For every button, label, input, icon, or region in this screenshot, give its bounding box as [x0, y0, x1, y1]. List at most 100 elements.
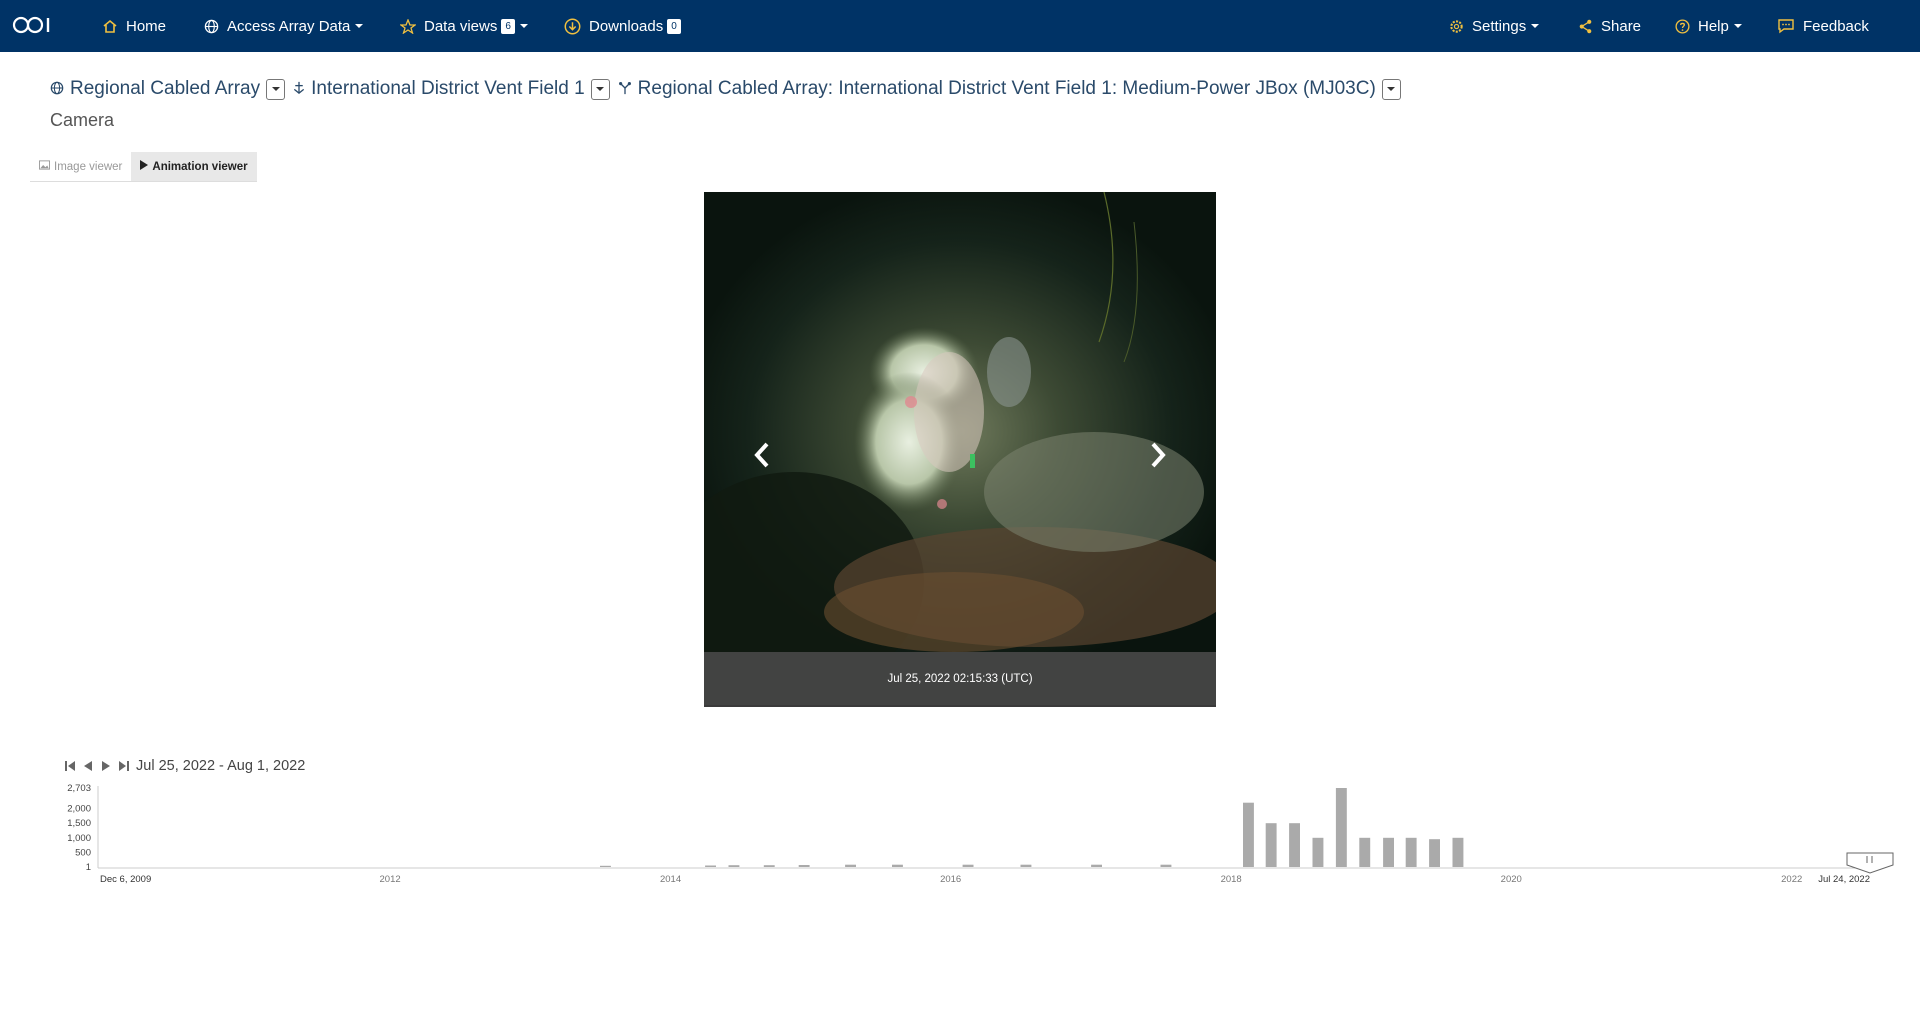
nav-access-array-data[interactable]: Access Array Data	[204, 0, 364, 52]
last-frame-button[interactable]	[116, 758, 132, 774]
caret-down-icon	[271, 87, 280, 91]
histogram-bar	[1160, 864, 1172, 867]
anchor-icon	[293, 80, 305, 98]
histogram-bar	[1091, 864, 1102, 867]
histogram-bar	[763, 865, 775, 867]
histogram-bar	[845, 864, 856, 867]
x-tick-label: 2018	[1221, 874, 1242, 885]
chevron-down-icon	[519, 24, 528, 28]
histogram-bar	[798, 865, 810, 867]
histogram-bar	[1265, 823, 1277, 867]
y-tick-label: 1,000	[67, 833, 91, 844]
chevron-left-icon	[754, 442, 769, 468]
skip-to-start-icon	[65, 761, 75, 771]
download-icon	[564, 18, 581, 35]
y-tick-label: 2,703	[67, 783, 91, 794]
tab-image-viewer-label: Image viewer	[54, 160, 123, 173]
x-end-label: Jul 24, 2022	[1818, 874, 1870, 885]
nav-settings[interactable]: Settings	[1449, 0, 1540, 52]
y-tick-label: 1	[86, 862, 91, 873]
y-tick-label: 2,000	[67, 804, 91, 815]
histogram-bar	[892, 864, 903, 867]
node-branch-icon	[618, 81, 632, 98]
breadcrumb-site-label: International District Vent Field 1	[311, 78, 585, 99]
tab-animation-viewer-label: Animation viewer	[152, 160, 248, 173]
globe-icon	[204, 19, 219, 34]
globe-icon	[50, 81, 64, 98]
first-frame-button[interactable]	[62, 758, 78, 774]
histogram-bar	[1020, 864, 1032, 867]
share-icon	[1578, 19, 1593, 34]
histogram-bar	[1452, 837, 1464, 867]
next-image-button[interactable]	[1146, 440, 1170, 470]
chevron-down-icon	[355, 24, 364, 28]
x-tick-label: 2016	[940, 874, 961, 885]
node-dropdown-button[interactable]	[1381, 78, 1401, 100]
previous-image-button[interactable]	[750, 440, 774, 470]
step-forward-icon	[102, 761, 110, 771]
histogram-bar	[1429, 839, 1440, 867]
histogram-bar	[728, 865, 740, 867]
comment-icon	[1777, 18, 1795, 34]
previous-frame-button[interactable]	[80, 758, 96, 774]
x-tick-label: 2014	[660, 874, 681, 885]
nav-help-label: Help	[1698, 17, 1729, 35]
x-tick-label: 2012	[380, 874, 401, 885]
nav-help[interactable]: Help	[1675, 0, 1742, 52]
histogram-bar	[1405, 837, 1417, 867]
nav-access-label: Access Array Data	[227, 17, 351, 35]
nav-settings-label: Settings	[1472, 17, 1527, 35]
range-handle[interactable]	[1846, 852, 1894, 874]
nav-data-views-label: Data views	[424, 17, 498, 35]
viewer-progress-track	[704, 705, 1216, 707]
tab-image-viewer[interactable]: Image viewer	[30, 152, 131, 181]
nav-home[interactable]: Home	[102, 0, 166, 52]
breadcrumb-node-label: Regional Cabled Array: International Dis…	[637, 78, 1376, 99]
chevron-down-icon	[1733, 24, 1742, 28]
range-handle-shape	[1846, 852, 1894, 874]
chevron-right-icon	[1151, 442, 1166, 468]
question-circle-icon	[1675, 18, 1690, 34]
breadcrumb-array[interactable]: Regional Cabled Array	[50, 78, 260, 100]
timeline-controls: Jul 25, 2022 - Aug 1, 2022	[62, 758, 305, 774]
image-count-histogram[interactable]: 2,703 2,000 1,500 1,000 500 1 Dec 6, 2009 2012…	[0, 778, 1920, 894]
caret-down-icon	[596, 87, 605, 91]
nav-feedback[interactable]: Feedback	[1777, 0, 1869, 52]
tab-animation-viewer[interactable]: Animation viewer	[131, 152, 257, 181]
y-tick-label: 500	[75, 847, 91, 858]
top-navbar: Home Access Array Data Data views 6 Down…	[0, 0, 1920, 52]
caret-down-icon	[1387, 87, 1396, 91]
array-dropdown-button[interactable]	[266, 78, 286, 100]
x-start-label: Dec 6, 2009	[100, 874, 151, 885]
histogram-bar	[962, 864, 974, 867]
chevron-down-icon	[1531, 24, 1540, 28]
histogram-bar	[1312, 837, 1324, 867]
next-frame-button[interactable]	[98, 758, 114, 774]
step-back-icon	[84, 761, 92, 771]
breadcrumb: Regional Cabled Array International Dist…	[50, 78, 1409, 100]
histogram-bar	[1289, 823, 1300, 867]
instrument-title: Camera	[50, 110, 115, 130]
breadcrumb-array-label: Regional Cabled Array	[70, 78, 261, 99]
site-dropdown-button[interactable]	[590, 78, 610, 100]
breadcrumb-node[interactable]: Regional Cabled Array: International Dis…	[618, 78, 1376, 100]
nav-downloads-label: Downloads	[589, 17, 664, 35]
ooi-logo[interactable]	[12, 14, 52, 36]
breadcrumb-site[interactable]: International District Vent Field 1	[293, 78, 585, 100]
histogram-bar	[1383, 837, 1394, 867]
histogram-bar	[600, 865, 611, 867]
home-icon	[102, 19, 118, 34]
nav-downloads[interactable]: Downloads 0	[564, 0, 681, 52]
skip-to-end-icon	[119, 761, 129, 771]
nav-share-label: Share	[1601, 17, 1642, 35]
nav-data-views[interactable]: Data views 6	[400, 0, 528, 52]
x-tick-label: 2020	[1501, 874, 1522, 885]
play-icon	[140, 160, 149, 173]
image-timestamp: Jul 25, 2022 02:15:33 (UTC)	[704, 652, 1216, 705]
nav-share[interactable]: Share	[1578, 0, 1641, 52]
camera-image	[704, 192, 1216, 652]
data-views-count-badge: 6	[501, 18, 515, 34]
downloads-count-badge: 0	[667, 18, 681, 34]
y-tick-label: 1,500	[67, 818, 91, 829]
histogram-bar	[1359, 837, 1371, 867]
